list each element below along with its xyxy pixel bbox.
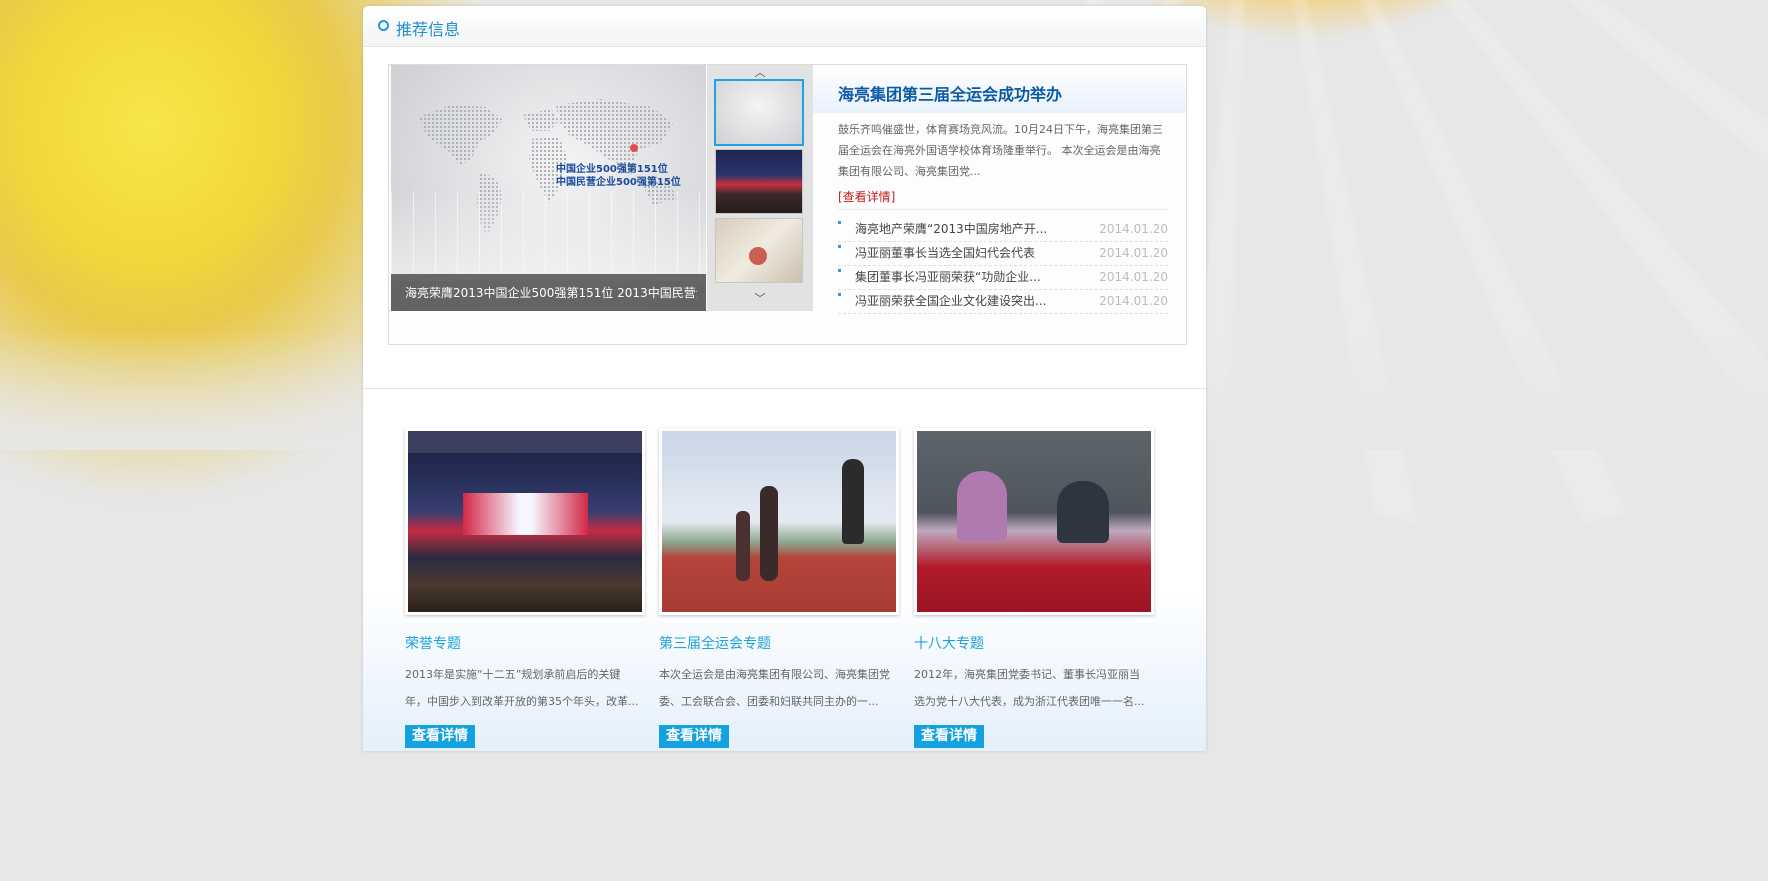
card-description: 本次全运会是由海亮集团有限公司、海亮集团党委、工会联合会、团委和妇联共同主办的一… (659, 668, 890, 708)
grid-floor-graphic (391, 191, 706, 281)
section-header: 推荐信息 (363, 6, 1206, 47)
chevron-up-icon[interactable]: ︿ (752, 67, 768, 79)
news-date: 2014.01.20 (1099, 270, 1168, 284)
main-slide[interactable]: 中国企业500强第151位 中国民营企业500强第15位 海亮荣膺2013中国企… (391, 65, 706, 311)
view-details-button[interactable]: 查看详情 (659, 725, 729, 748)
seal-graphic (749, 247, 767, 265)
news-item[interactable]: 集团董事长冯亚丽荣获“功勋企业... 2014.01.20 (838, 266, 1168, 290)
news-item[interactable]: 冯亚丽荣获全国企业文化建设突出... 2014.01.20 (838, 290, 1168, 314)
bullet-icon (838, 293, 841, 296)
thumbnail-3[interactable] (715, 218, 803, 283)
runner-graphic (760, 486, 778, 581)
card-image-meeting (917, 431, 1151, 612)
card-title[interactable]: 十八大专题 (914, 633, 1154, 653)
feature-description: 鼓乐齐鸣催盛世，体育赛场竞风流。10月24日下午，海亮集团第三届全运会在海亮外国… (838, 123, 1163, 178)
map-overlay-text-2: 中国民营企业500强第15位 (556, 177, 681, 188)
news-item[interactable]: 海亮地产荣膺“2013中国房地产开... 2014.01.20 (838, 218, 1168, 242)
news-date: 2014.01.20 (1099, 294, 1168, 308)
news-date: 2014.01.20 (1099, 246, 1168, 260)
news-item[interactable]: 冯亚丽董事长当选全国妇代会代表 2014.01.20 (838, 242, 1168, 266)
runner-graphic (736, 511, 750, 581)
section-divider (363, 388, 1206, 389)
topic-card-honor: 荣誉专题 2013年是实施“十二五”规划承前启后的关键年，中国步入到改革开放的第… (405, 428, 645, 748)
topic-card-congress: 十八大专题 2012年，海亮集团党委书记、董事长冯亚丽当选为党十八大代表，成为浙… (914, 428, 1154, 748)
news-title[interactable]: 海亮地产荣膺“2013中国房地产开... (855, 218, 1047, 241)
chevron-down-icon[interactable]: ﹀ (752, 293, 768, 305)
person-graphic (957, 471, 1007, 541)
news-title[interactable]: 集团董事长冯亚丽荣获“功勋企业... (855, 266, 1041, 289)
bullet-icon (838, 221, 841, 224)
topic-card-games: 第三届全运会专题 本次全运会是由海亮集团有限公司、海亮集团党委、工会联合会、团委… (659, 428, 899, 748)
bullet-icon (838, 269, 841, 272)
card-title[interactable]: 荣誉专题 (405, 633, 645, 653)
card-image-conference (408, 431, 642, 612)
card-description: 2013年是实施“十二五”规划承前启后的关键年，中国步入到改革开放的第35个年头… (405, 668, 639, 708)
card-image-frame[interactable] (405, 428, 645, 615)
stage-banner-graphic (408, 431, 642, 453)
news-list: 海亮地产荣膺“2013中国房地产开... 2014.01.20 冯亚丽董事长当选… (838, 218, 1168, 314)
card-title[interactable]: 第三届全运会专题 (659, 633, 899, 653)
thumbnail-strip: ︿ ﹀ (707, 65, 813, 311)
runner-graphic (842, 459, 864, 544)
feature-content: 海亮集团第三届全运会成功举办 鼓乐齐鸣催盛世，体育赛场竞风流。10月24日下午，… (813, 65, 1186, 344)
view-details-button[interactable]: 查看详情 (405, 725, 475, 748)
recommend-section: 推荐信息 中国企业500强第151位 中国民营企业500强第15位 海亮荣膺20… (363, 6, 1206, 751)
news-date: 2014.01.20 (1099, 222, 1168, 236)
news-title[interactable]: 冯亚丽荣获全国企业文化建设突出... (855, 290, 1046, 313)
feature-more-link[interactable]: [查看详情] (838, 188, 895, 205)
thumbnail-2[interactable] (715, 149, 803, 214)
slide-caption-bar: 海亮荣膺2013中国企业500强第151位 2013中国民营企... (391, 274, 706, 311)
divider (838, 209, 1168, 210)
card-image-frame[interactable] (659, 428, 899, 615)
feature-headline[interactable]: 海亮集团第三届全运会成功举办 (838, 81, 1062, 105)
card-description: 2012年，海亮集团党委书记、董事长冯亚丽当选为党十八大代表，成为浙江代表团唯一… (914, 668, 1145, 708)
slide-caption[interactable]: 海亮荣膺2013中国企业500强第151位 2013中国民营企... (405, 284, 697, 301)
circle-icon (378, 20, 389, 31)
recommend-panel: 中国企业500强第151位 中国民营企业500强第15位 海亮荣膺2013中国企… (388, 64, 1187, 345)
card-image-runners (662, 431, 896, 612)
topic-cards: 荣誉专题 2013年是实施“十二五”规划承前启后的关键年，中国步入到改革开放的第… (363, 390, 1206, 751)
view-details-button[interactable]: 查看详情 (914, 725, 984, 748)
thumbnail-1[interactable] (714, 79, 804, 146)
news-title[interactable]: 冯亚丽董事长当选全国妇代会代表 (855, 242, 1035, 265)
stage-screen-graphic (463, 493, 588, 535)
card-image-frame[interactable] (914, 428, 1154, 615)
person-graphic (1057, 481, 1109, 543)
bullet-icon (838, 245, 841, 248)
section-title: 推荐信息 (396, 20, 461, 39)
